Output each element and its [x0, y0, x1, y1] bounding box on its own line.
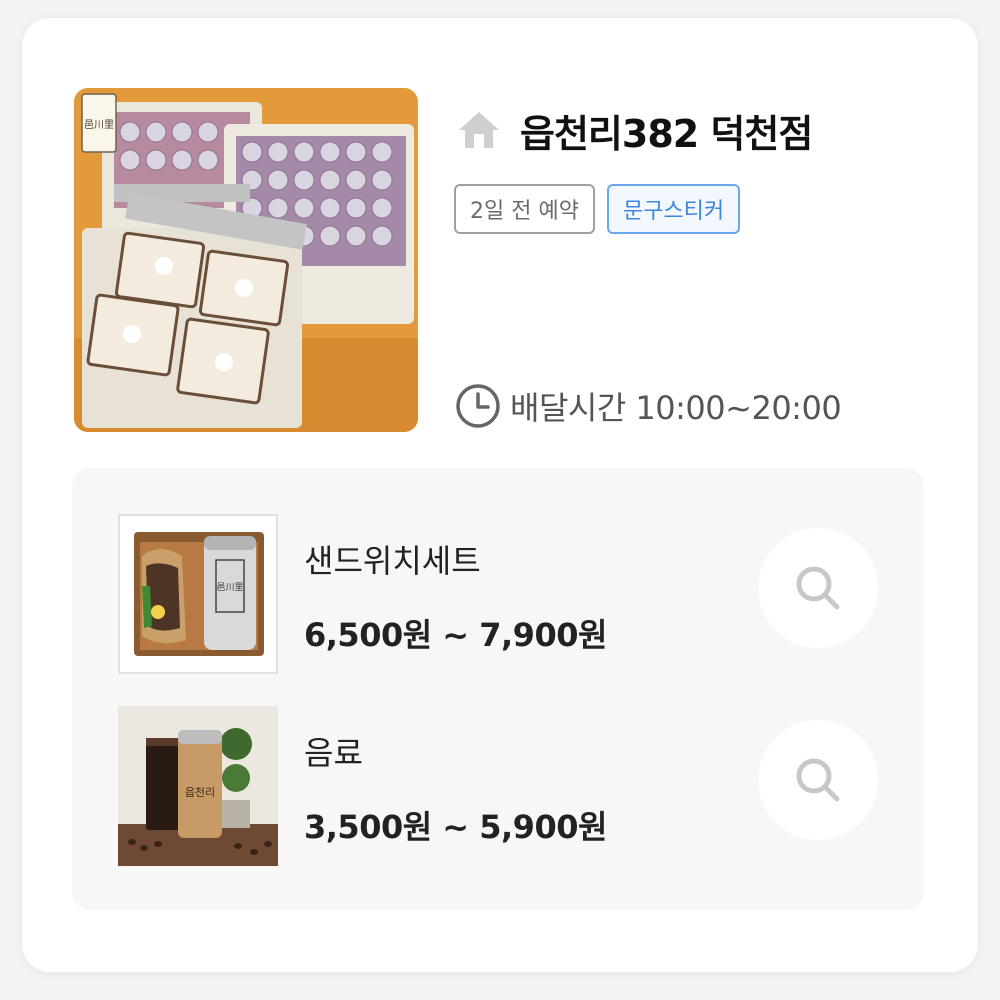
search-icon [796, 758, 840, 802]
menu-thumb-drinks: 읍천리 [118, 706, 278, 866]
badge-sticker: 문구스티커 [606, 184, 741, 234]
search-button[interactable] [758, 720, 878, 840]
menu-thumb-sandwich-set: 邑川里 [118, 514, 278, 674]
menu-panel: 邑川里 샌드위치세트 6,500원 ~ 7,900원 읍천리 음료 3,500원… [72, 468, 924, 910]
store-name: 읍천리382 덕천점 [520, 111, 813, 156]
store-badges: 2일 전 예약 문구스티커 [454, 184, 741, 234]
menu-name: 샌드위치세트 [304, 542, 481, 580]
menu-price: 6,500원 ~ 7,900원 [304, 616, 607, 654]
store-photo: 邑川里 [74, 88, 418, 432]
store-title-row: 읍천리382 덕천점 [456, 102, 813, 158]
delivery-text: 배달시간 10:00~20:00 [510, 389, 842, 427]
delivery-hours: 배달시간 10:00~20:00 [454, 378, 842, 434]
search-button[interactable] [758, 528, 878, 648]
menu-name: 음료 [304, 734, 363, 772]
search-icon [796, 566, 840, 610]
menu-item-drinks[interactable]: 읍천리 음료 3,500원 ~ 5,900원 [118, 706, 878, 870]
home-icon [459, 112, 499, 148]
clock-icon [456, 384, 500, 428]
can-logo-text: 읍천리 [185, 785, 215, 799]
photo-logo-text: 邑川里 [84, 119, 114, 131]
menu-item-sandwich-set[interactable]: 邑川里 샌드위치세트 6,500원 ~ 7,900원 [118, 514, 878, 678]
menu-price: 3,500원 ~ 5,900원 [304, 808, 607, 846]
store-card: 邑川里 읍천리382 덕천점 2일 전 예약 문구스티커 배달시간 10:00~… [22, 18, 978, 972]
can-logo-text: 邑川里 [216, 582, 243, 593]
badge-reservation: 2일 전 예약 [454, 184, 595, 234]
